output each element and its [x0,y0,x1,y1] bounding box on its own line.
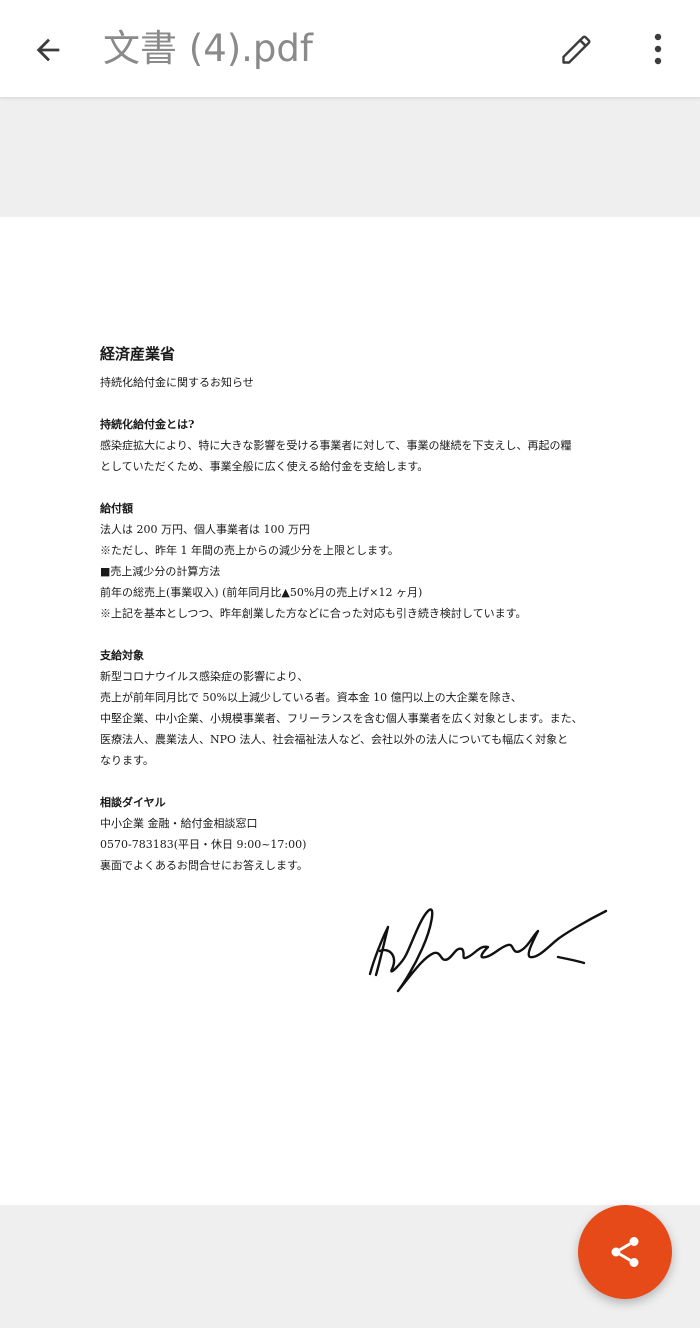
section-amount: 給付額 法人は 200 万円、個人事業者は 100 万円 ※ただし、昨年 1 年… [100,498,610,624]
back-button[interactable] [22,24,74,76]
edit-button[interactable] [550,22,604,76]
section-heading: 給付額 [100,502,133,515]
paragraph-line: 法人は 200 万円、個人事業者は 100 万円 [100,523,310,536]
paragraph-line: 売上が前年同月比で 50%以上減少している者。資本金 10 億円以上の大企業を除… [100,691,522,704]
share-icon [611,1237,639,1267]
document-title: 文書 (4).pdf [103,27,313,70]
document-subtitle: 持続化給付金に関するお知らせ [100,376,254,389]
paragraph-line: なります。 [100,754,154,767]
more-options-button[interactable] [636,22,680,76]
app-bar: 文書 (4).pdf [0,0,700,98]
section-heading: 持続化給付金とは? [100,418,195,431]
paragraph-line: 前年の総売上(事業収入) (前年同月比▲50%月の売上げ×12 ヶ月) [100,586,423,599]
section-heading: 支給対象 [100,649,144,662]
pdf-page[interactable]: 経済産業省 持続化給付金に関するお知らせ 持続化給付金とは? 感染症拡大により、… [0,217,700,1205]
paragraph-line: ■売上減少分の計算方法 [100,565,221,578]
document-content: 経済産業省 持続化給付金に関するお知らせ 持続化給付金とは? 感染症拡大により、… [100,342,610,876]
paragraph-line: 中小企業 金融・給付金相談窓口 [100,817,258,830]
paragraph-line: ※ただし、昨年 1 年間の売上からの減少分を上限とします。 [100,544,399,557]
paragraph-line: 医療法人、農業法人、NPO 法人、社会福祉法人など、会社以外の法人についても幅広… [100,733,569,746]
section-eligibility: 支給対象 新型コロナウイルス感染症の影響により、 売上が前年同月比で 50%以上… [100,645,610,771]
paragraph-line: 0570-783183(平日・休日 9:00~17:00) [100,838,307,851]
more-vertical-icon [654,33,662,65]
paragraph-line: 裏面でよくあるお問合せにお答えします。 [100,859,308,872]
paragraph-line: 新型コロナウイルス感染症の影響により、 [100,670,309,683]
share-button[interactable] [578,1205,672,1299]
paragraph-line: 中堅企業、中小企業、小規模事業者、フリーランスを含む個人事業者を広く対象とします… [100,712,583,725]
handwritten-signature [368,908,608,993]
section-heading: 相談ダイヤル [100,796,166,809]
pencil-icon [562,35,591,64]
section-contact: 相談ダイヤル 中小企業 金融・給付金相談窓口 0570-783183(平日・休日… [100,792,610,876]
section-about: 持続化給付金とは? 感染症拡大により、特に大きな影響を受ける事業者に対して、事業… [100,414,610,477]
document-heading: 経済産業省 [100,345,176,363]
arrow-left-icon [36,38,60,62]
paragraph-line: 感染症拡大により、特に大きな影響を受ける事業者に対して、事業の継続を下支えし、再… [100,439,572,452]
paragraph-line: としていただくため、事業全般に広く使える給付金を支給します。 [100,460,429,473]
paragraph-line: ※上記を基本としつつ、昨年創業した方などに合った対応も引き続き検討しています。 [100,607,527,620]
